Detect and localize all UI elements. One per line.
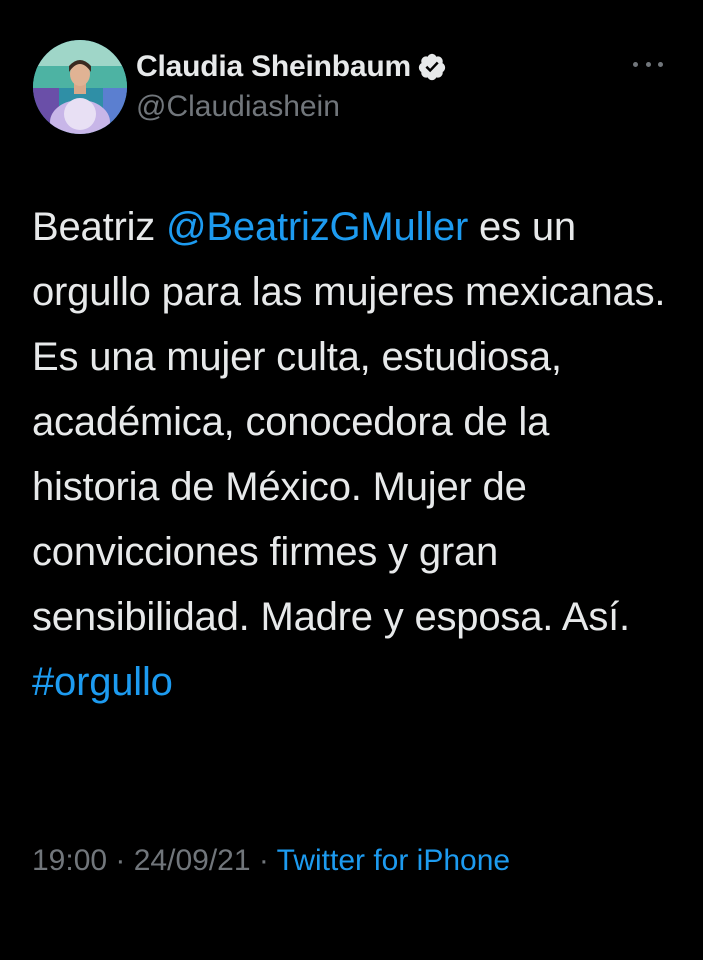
dot-icon (658, 61, 663, 67)
author-handle[interactable]: @Claudiashein (136, 90, 447, 124)
avatar[interactable] (33, 40, 127, 134)
avatar-image (33, 40, 127, 134)
tweet-metadata: 19:00 · 24/09/21 · Twitter for iPhone (32, 836, 672, 885)
author-info: Claudia Sheinbaum @Claudiashein (136, 50, 447, 124)
tweet-time: 19:00 (32, 844, 108, 877)
tweet-date: 24/09/21 (133, 844, 251, 877)
hashtag-link[interactable]: #orgullo (32, 660, 173, 704)
tweet-text: Beatriz @BeatrizGMuller es un orgullo pa… (32, 195, 672, 715)
display-name[interactable]: Claudia Sheinbaum (136, 50, 411, 84)
more-options-icon[interactable] (633, 58, 663, 70)
tweet-text-body: es un orgullo para las mujeres mexicanas… (32, 205, 666, 639)
separator: · (107, 844, 134, 877)
dot-icon (633, 61, 638, 67)
verified-badge-icon (417, 52, 447, 82)
source-link[interactable]: Twitter for iPhone (277, 844, 510, 877)
tweet-header: Claudia Sheinbaum @Claudiashein (33, 40, 663, 136)
dot-icon (645, 61, 651, 67)
separator: · (250, 844, 277, 877)
mention-link[interactable]: @BeatrizGMuller (166, 205, 468, 249)
tweet-text-start: Beatriz (32, 205, 167, 249)
